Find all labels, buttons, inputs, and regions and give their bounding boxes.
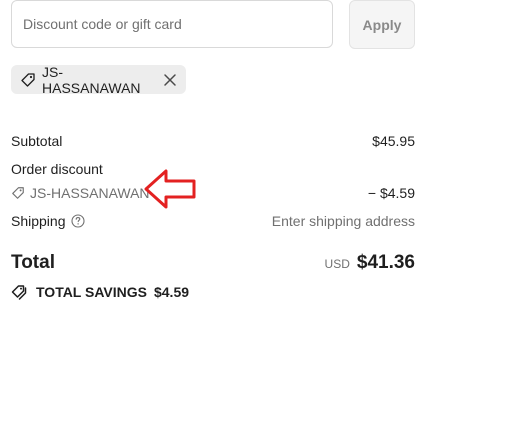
red-arrow-annotation (144, 169, 196, 209)
total-amount-group: USD $41.36 (325, 252, 415, 274)
applied-discount-code: JS-HASSANAWAN (42, 63, 141, 96)
total-label: Total (11, 252, 55, 273)
order-discount-row: Order discount (11, 161, 415, 181)
discount-code-display: JS-HASSANAWAN (11, 185, 150, 201)
subtotal-value: $45.95 (372, 133, 415, 149)
shipping-value: Enter shipping address (271, 213, 415, 229)
applied-discount-chip: JS-HASSANAWAN (11, 63, 186, 96)
shipping-label: Shipping (11, 213, 66, 229)
close-icon[interactable] (163, 73, 177, 87)
total-amount: $41.36 (356, 252, 415, 273)
discount-code-line: JS-HASSANAWAN − $4.59 (11, 185, 415, 205)
tag-icon (20, 72, 36, 88)
shipping-label-group: Shipping (11, 213, 85, 229)
discount-value: − $4.59 (367, 185, 415, 201)
total-savings: TOTAL SAVINGS $4.59 (11, 284, 189, 300)
question-circle-icon[interactable] (70, 214, 85, 228)
tags-icon (11, 284, 29, 300)
discount-code-text: JS-HASSANAWAN (30, 185, 150, 201)
subtotal-label: Subtotal (11, 133, 63, 149)
shipping-row: Shipping Enter shipping address (11, 213, 415, 233)
total-savings-amount: $4.59 (153, 284, 190, 300)
subtotal-row: Subtotal $45.95 (11, 133, 415, 153)
total-currency: USD (324, 257, 350, 271)
order-discount-label: Order discount (11, 161, 103, 177)
apply-button[interactable]: Apply (349, 0, 415, 49)
total-savings-label: TOTAL SAVINGS (36, 284, 147, 300)
tag-icon (11, 186, 25, 200)
discount-code-input[interactable] (11, 0, 333, 48)
